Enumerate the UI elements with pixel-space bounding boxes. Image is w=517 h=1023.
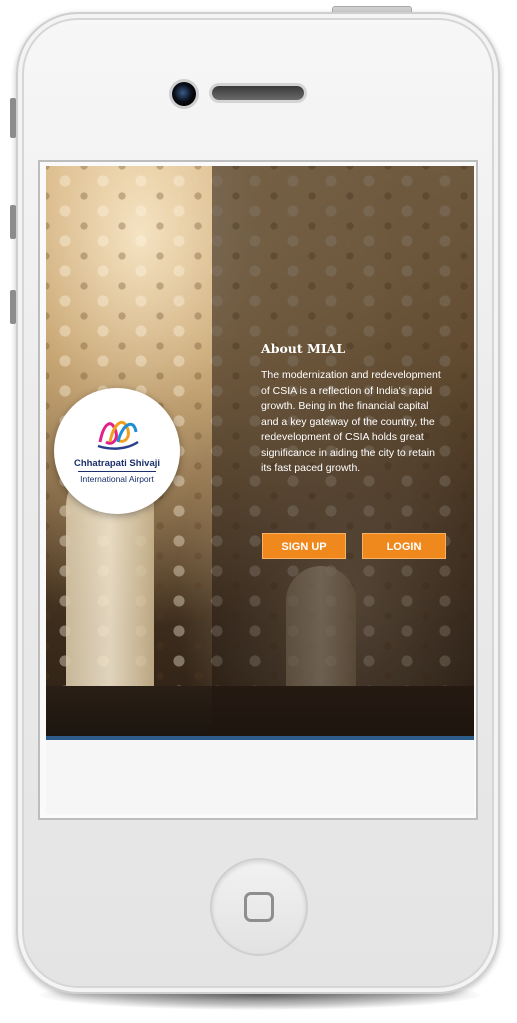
home-button[interactable] (210, 858, 308, 956)
sign-up-button[interactable]: SIGN UP (262, 533, 346, 559)
about-description: The modernization and redevelopment of C… (261, 369, 441, 474)
csia-logo-icon (97, 420, 139, 450)
camera-icon (172, 82, 196, 106)
logo-subtitle: International Airport (80, 474, 154, 484)
logo-divider (78, 471, 156, 472)
volume-down-button (10, 290, 16, 324)
earpiece-speaker (212, 86, 304, 100)
mute-switch (10, 98, 16, 138)
home-button-icon (244, 892, 274, 922)
app-screen: Chhatrapati Shivaji International Airpor… (46, 166, 474, 740)
airport-logo: Chhatrapati Shivaji International Airpor… (54, 388, 180, 514)
about-title: About MIAL (261, 341, 346, 356)
screen-footer (46, 740, 474, 814)
volume-up-button (10, 205, 16, 239)
login-button[interactable]: LOGIN (362, 533, 446, 559)
logo-title: Chhatrapati Shivaji (73, 458, 161, 469)
